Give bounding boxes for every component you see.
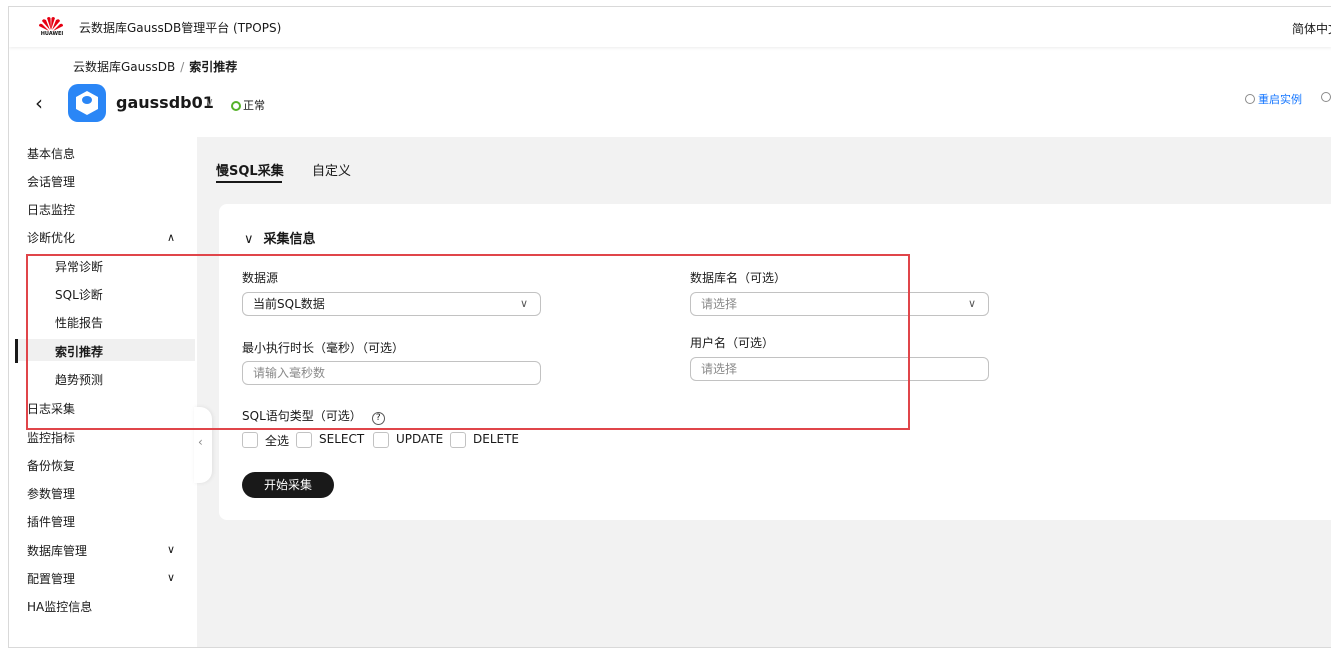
sidebar-active-indicator bbox=[15, 339, 18, 363]
sidebar-item-config-management[interactable]: 配置管理 bbox=[27, 570, 75, 587]
status-text: 正常 bbox=[243, 99, 265, 112]
checkbox-select-label[interactable]: SELECT bbox=[319, 432, 364, 446]
sidebar-item-backup-restore[interactable]: 备份恢复 bbox=[27, 457, 75, 474]
annotation-highlight-box bbox=[26, 254, 910, 430]
app-title: 云数据库GaussDB管理平台 (TPOPS) bbox=[79, 21, 282, 35]
checkbox-select[interactable] bbox=[296, 432, 312, 448]
huawei-logo-icon bbox=[39, 17, 63, 31]
checkbox-update[interactable] bbox=[373, 432, 389, 448]
section-collection-info[interactable]: ∨ 采集信息 bbox=[244, 228, 316, 247]
checkbox-delete-label[interactable]: DELETE bbox=[473, 432, 519, 446]
sidebar-item-ha-monitoring[interactable]: HA监控信息 bbox=[27, 598, 92, 615]
tab-custom[interactable]: 自定义 bbox=[312, 160, 351, 179]
tab-slow-sql-collection[interactable]: 慢SQL采集 bbox=[216, 160, 284, 179]
more-icon[interactable] bbox=[1321, 92, 1331, 102]
checkbox-update-label[interactable]: UPDATE bbox=[396, 432, 443, 446]
sidebar-item-diagnosis[interactable]: 诊断优化 bbox=[27, 229, 75, 246]
tab-active-underline bbox=[216, 181, 282, 183]
sidebar-item-basic-info[interactable]: 基本信息 bbox=[27, 145, 75, 162]
breadcrumb: 云数据库GaussDB / 索引推荐 bbox=[73, 58, 237, 75]
huawei-logo: HUAWEI bbox=[35, 16, 67, 38]
sidebar-item-plugins[interactable]: 插件管理 bbox=[27, 513, 75, 530]
chevron-down-icon[interactable]: ∨ bbox=[205, 95, 214, 109]
chevron-down-icon: ∨ bbox=[967, 297, 976, 310]
sidebar-item-log-monitoring[interactable]: 日志监控 bbox=[27, 201, 75, 218]
status-icon bbox=[231, 101, 241, 111]
restart-instance-button[interactable]: 重启实例 bbox=[1245, 91, 1302, 107]
sidebar-item-sessions[interactable]: 会话管理 bbox=[27, 173, 75, 190]
logo-text: HUAWEI bbox=[40, 31, 64, 37]
sidebar-item-database-management[interactable]: 数据库管理 bbox=[27, 542, 87, 559]
checkbox-select-all[interactable] bbox=[242, 432, 258, 448]
start-collection-button[interactable]: 开始采集 bbox=[242, 472, 334, 498]
chevron-up-icon[interactable]: ∧ bbox=[167, 231, 175, 244]
chevron-down-icon: ∨ bbox=[244, 232, 254, 247]
section-title: 采集信息 bbox=[263, 232, 316, 247]
breadcrumb-separator: / bbox=[180, 60, 185, 74]
chevron-left-icon: ‹ bbox=[198, 435, 203, 449]
sidebar-item-parameters[interactable]: 参数管理 bbox=[27, 485, 75, 502]
restart-icon bbox=[1245, 94, 1255, 104]
checkbox-delete[interactable] bbox=[450, 432, 466, 448]
instance-name[interactable]: gaussdb01 bbox=[116, 93, 214, 112]
gaussdb-icon bbox=[68, 84, 106, 122]
back-arrow-icon[interactable]: ‹ bbox=[35, 93, 55, 113]
restart-label: 重启实例 bbox=[1258, 93, 1302, 106]
breadcrumb-parent[interactable]: 云数据库GaussDB bbox=[73, 60, 175, 74]
checkbox-select-all-label[interactable]: 全选 bbox=[265, 432, 289, 449]
chevron-down-icon[interactable]: ∨ bbox=[167, 543, 175, 556]
sidebar-item-monitoring-metrics[interactable]: 监控指标 bbox=[27, 429, 75, 446]
app-window: HUAWEI 云数据库GaussDB管理平台 (TPOPS) 简体中文 云数据库… bbox=[8, 6, 1331, 648]
breadcrumb-current: 索引推荐 bbox=[189, 60, 238, 74]
chevron-down-icon[interactable]: ∨ bbox=[167, 571, 175, 584]
language-switch[interactable]: 简体中文 bbox=[1292, 20, 1331, 37]
top-bar: HUAWEI 云数据库GaussDB管理平台 (TPOPS) 简体中文 bbox=[9, 7, 1331, 47]
